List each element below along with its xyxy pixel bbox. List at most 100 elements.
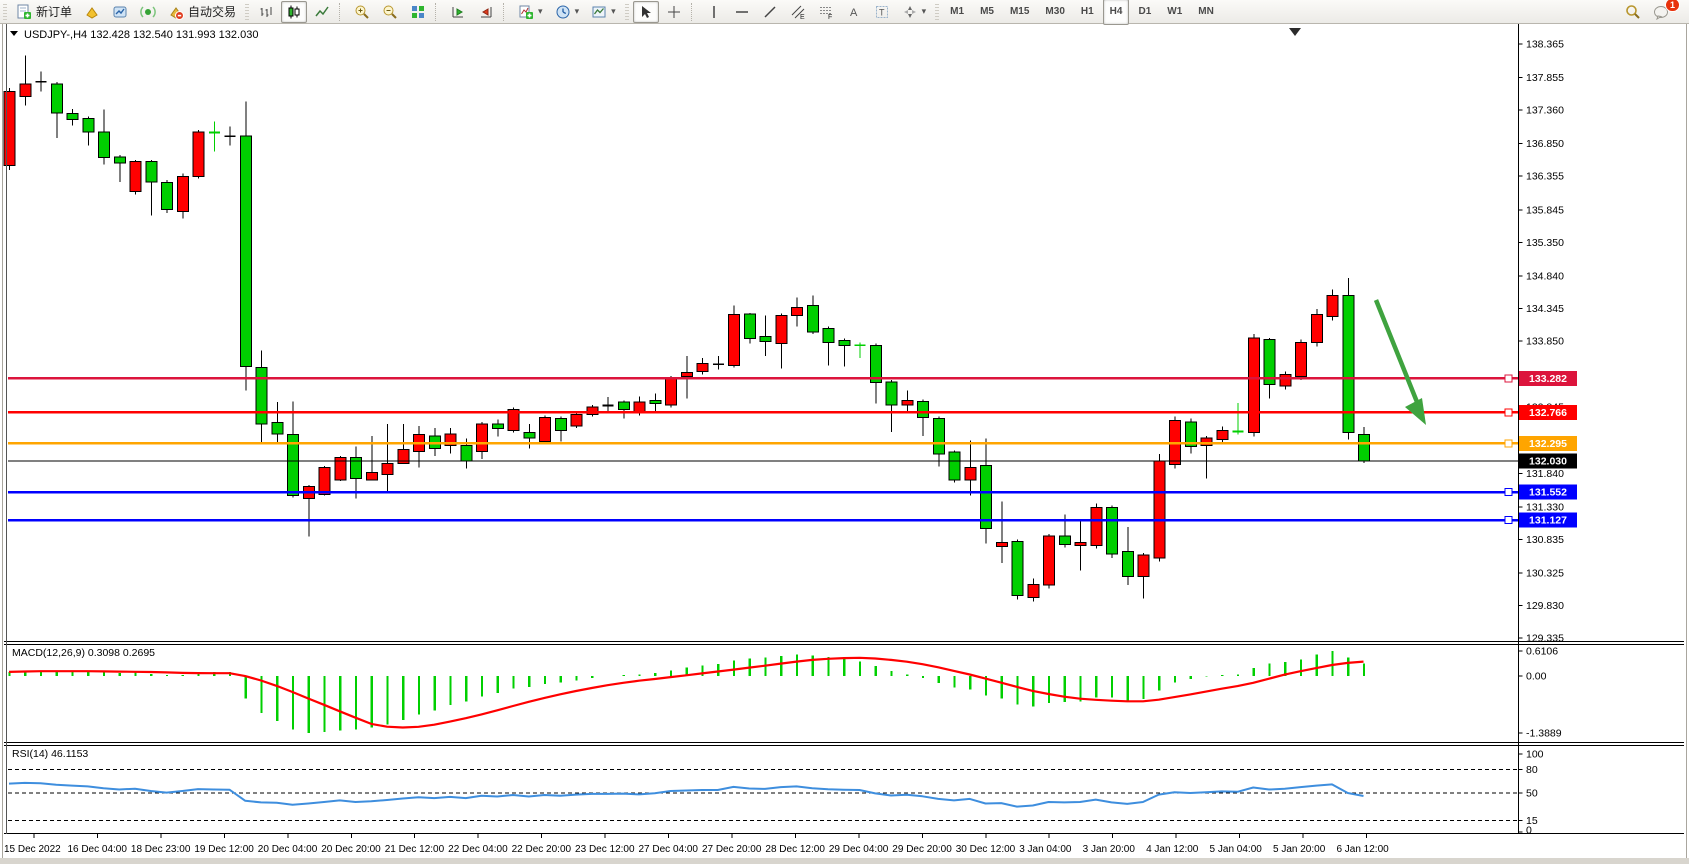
periods-button[interactable]: ▾ [550,1,585,23]
main-toolbar: 新订单 自动交易 [0,0,1689,24]
templates-button[interactable]: ▾ [586,1,621,23]
timeframe-m30[interactable]: M30 [1038,0,1071,25]
time-label: 6 Jan 12:00 [1336,844,1389,855]
text-label-tool-button[interactable]: T [869,1,895,23]
text-tool-button[interactable]: A [841,1,867,23]
symbol-ohlc-text: USDJPY-,H4 132.428 132.540 131.993 132.0… [24,29,258,41]
timeframe-m5[interactable]: M5 [973,0,1001,25]
svg-text:133.282: 133.282 [1529,373,1567,385]
autotrade-button[interactable]: 自动交易 [163,1,241,23]
timeframe-h1[interactable]: H1 [1074,0,1101,25]
timeframe-mn[interactable]: MN [1191,0,1221,25]
new-order-label: 新订单 [36,3,72,20]
price-tag-132.766: 132.766 [1519,405,1577,420]
line-chart-button[interactable] [309,1,335,23]
auto-scroll-button[interactable] [445,1,471,23]
toolbar-grip[interactable] [245,4,249,20]
timeframe-d1[interactable]: D1 [1131,0,1158,25]
candlestick-chart-button[interactable] [281,1,307,23]
toolbar-grip[interactable] [3,4,7,20]
chart-canvas[interactable]: 138.365137.855137.360136.850136.355135.8… [0,0,1689,864]
candle [587,405,598,417]
time-label: 21 Dec 12:00 [385,844,445,855]
chat-button[interactable]: 1 [1648,1,1675,23]
candle [729,306,740,368]
trendline-tool-button[interactable] [757,1,783,23]
toolbar-grip[interactable] [935,4,939,20]
tile-windows-icon [410,4,426,20]
svg-text:T: T [879,7,885,17]
time-label: 16 Dec 04:00 [67,844,127,855]
zoom-in-button[interactable] [349,1,375,23]
price-tick-label: 130.325 [1526,567,1564,579]
candle [949,450,960,482]
candle [1296,340,1307,380]
toolbar-separator [691,3,697,21]
price-tag-133.282: 133.282 [1519,371,1577,386]
chart-shift-button[interactable] [473,1,499,23]
zoom-in-icon [354,4,370,20]
zoom-out-button[interactable] [377,1,403,23]
symbols-button[interactable] [79,1,105,23]
fibonacci-tool-button[interactable]: F [813,1,839,23]
timeframe-h4[interactable]: H4 [1103,0,1130,25]
timeframe-m1[interactable]: M1 [943,0,971,25]
horizontal-line-icon [734,4,750,20]
hline-handle [1505,517,1512,524]
hline-handle [1505,409,1512,416]
svg-text:131.127: 131.127 [1529,515,1567,527]
time-label: 20 Dec 20:00 [321,844,381,855]
symbol-ohlc-line[interactable]: USDJPY-,H4 132.428 132.540 131.993 132.0… [10,29,258,41]
timeframe-m15[interactable]: M15 [1003,0,1036,25]
new-order-button[interactable]: 新订单 [11,1,77,23]
symbols-icon [84,4,100,20]
macd-axis-label: -1.3889 [1526,727,1562,739]
hline-handle [1505,440,1512,447]
notification-badge: 1 [1665,0,1680,12]
fibonacci-icon: F [818,4,834,20]
price-tick-label: 135.845 [1526,204,1564,216]
bars-chart-button[interactable] [253,1,279,23]
toolbar-grip[interactable] [625,4,629,20]
line-chart-icon [314,4,330,20]
candle [666,376,677,408]
hline-handle [1505,489,1512,496]
time-label: 20 Dec 04:00 [258,844,318,855]
channel-tool-button[interactable]: E [785,1,811,23]
price-tick-label: 137.855 [1526,72,1564,84]
price-tag-131.127: 131.127 [1519,513,1577,528]
arrows-icon [902,4,918,20]
channel-icon: E [790,4,806,20]
time-label: 4 Jan 12:00 [1146,844,1199,855]
time-label: 22 Dec 04:00 [448,844,508,855]
chart-window-button[interactable] [107,1,133,23]
svg-text:132.030: 132.030 [1529,455,1567,467]
candle [130,160,141,194]
price-tick-label: 133.850 [1526,336,1564,348]
macd-axis-label: 0.00 [1526,671,1547,683]
toolbar-separator [503,3,509,21]
cursor-tool-button[interactable] [633,1,659,23]
time-label: 5 Jan 04:00 [1210,844,1263,855]
search-button[interactable] [1620,1,1646,23]
time-label: 18 Dec 23:00 [131,844,191,855]
crosshair-tool-button[interactable] [661,1,687,23]
text-icon: A [846,4,862,20]
time-label: 30 Dec 12:00 [956,844,1016,855]
dropdown-caret: ▾ [575,6,580,17]
candle [1012,540,1023,600]
candle [540,415,551,444]
mt4-window: { "toolbar": { "new_order_label": "新订单",… [0,0,1689,864]
price-tick-label: 135.350 [1526,237,1564,249]
arrows-tool-button[interactable]: ▾ [897,1,932,23]
tile-windows-button[interactable] [405,1,431,23]
horizontal-line-tool-button[interactable] [729,1,755,23]
signals-button[interactable] [135,1,161,23]
vertical-line-tool-button[interactable] [701,1,727,23]
timeframe-w1[interactable]: W1 [1160,0,1189,25]
text-label-icon: T [874,4,890,20]
cursor-icon [638,4,654,20]
indicators-button[interactable]: ▾ [513,1,548,23]
rsi-axis-label: 0 [1526,825,1532,837]
vertical-line-icon [706,4,722,20]
